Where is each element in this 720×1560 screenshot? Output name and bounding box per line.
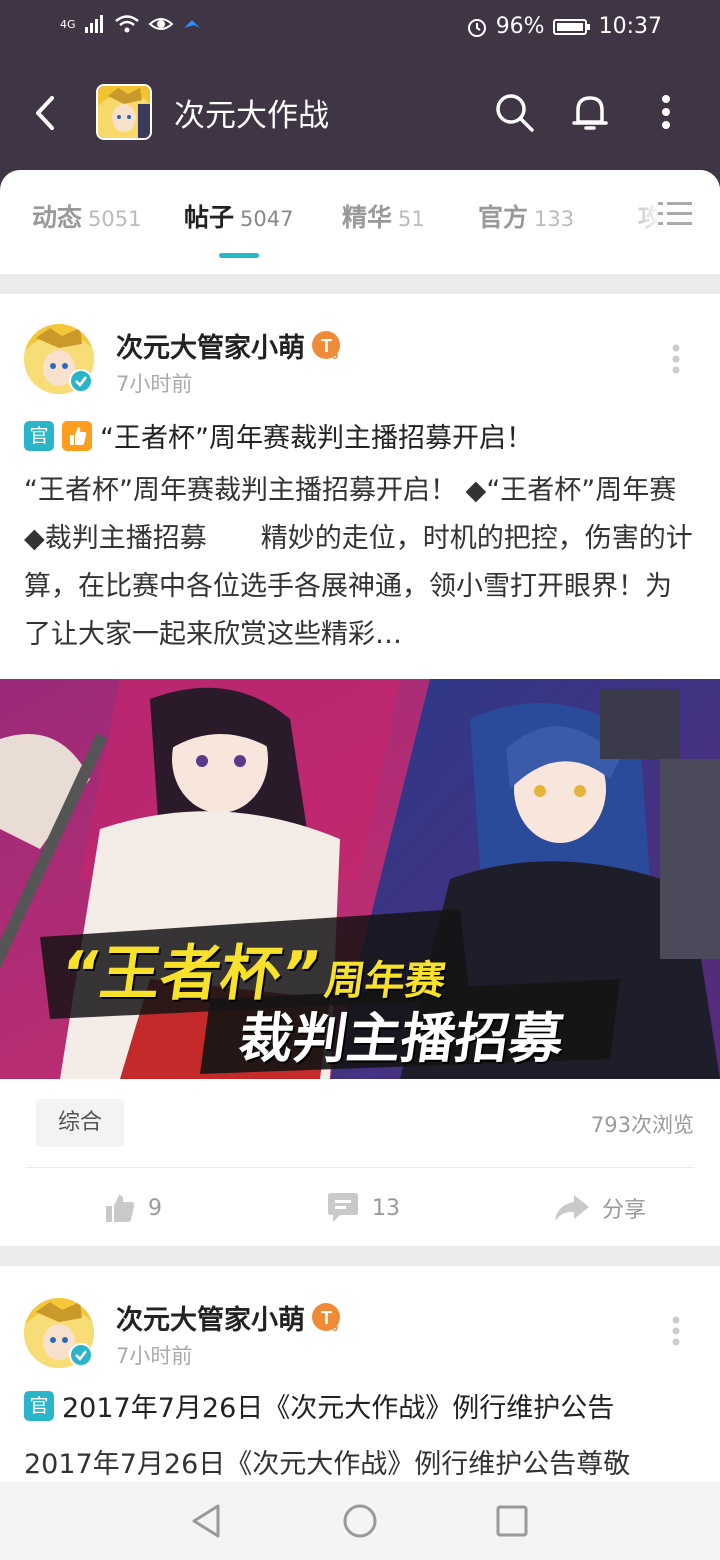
author-name-text: 次元大管家小萌 bbox=[116, 333, 305, 364]
svg-text:9: 9 bbox=[332, 350, 338, 362]
status-bar: 4G 96% 10:37 bbox=[0, 0, 720, 56]
official-badge: 官 bbox=[24, 1390, 54, 1421]
tab-count: 5051 bbox=[88, 207, 142, 231]
category-tag[interactable]: 综合 bbox=[36, 1099, 124, 1147]
recents-square-icon[interactable] bbox=[494, 1502, 530, 1540]
tab-dynamic[interactable]: 动态 5051 bbox=[32, 198, 141, 234]
post-title[interactable]: 官 “王者杯”周年赛裁判主播招募开启！ bbox=[24, 416, 533, 455]
thumbs-up-icon bbox=[106, 1195, 135, 1222]
app-icon bbox=[96, 84, 152, 140]
author-name-text: 次元大管家小萌 bbox=[116, 1305, 305, 1336]
official-badge: 官 bbox=[24, 420, 54, 451]
comment-button[interactable]: 13 bbox=[326, 1192, 400, 1224]
post-title[interactable]: 官 2017年7月26日《次元大作战》例行维护公告 bbox=[24, 1386, 614, 1425]
svg-text:T: T bbox=[321, 1308, 332, 1328]
tab-bar: 动态5051 帖子5047 精华51 官方133 攻 bbox=[0, 170, 720, 260]
avatar[interactable] bbox=[24, 324, 94, 394]
list-menu-icon bbox=[658, 202, 692, 225]
thumbs-up-badge-icon bbox=[62, 420, 92, 451]
comment-count: 13 bbox=[372, 1195, 400, 1221]
title-bar: 次元大作战 bbox=[0, 70, 720, 156]
signal-icon bbox=[84, 15, 103, 33]
level-badge-icon: T9 bbox=[311, 330, 343, 369]
tab-count: 5047 bbox=[240, 207, 294, 231]
tab-official[interactable]: 官方 133 bbox=[478, 198, 574, 234]
tab-label: 动态 bbox=[32, 203, 83, 232]
banner-subtitle: 裁判主播招募 bbox=[234, 1007, 568, 1070]
post-excerpt[interactable]: “王者杯”周年赛裁判主播招募开启！ ◆“王者杯”周年赛◆裁判主播招募 精妙的走位… bbox=[24, 467, 696, 659]
active-tab-indicator bbox=[219, 253, 259, 258]
view-count: 793次浏览 bbox=[590, 1113, 694, 1137]
home-circle-icon[interactable] bbox=[341, 1502, 379, 1540]
status-left: 4G bbox=[60, 14, 202, 34]
post-title-text: 2017年7月26日《次元大作战》例行维护公告 bbox=[62, 1393, 615, 1424]
post-title-text: “王者杯”周年赛裁判主播招募开启！ bbox=[100, 423, 533, 454]
post-time: 7小时前 bbox=[116, 1344, 193, 1368]
share-label: 分享 bbox=[602, 1198, 647, 1223]
system-nav-bar bbox=[0, 1482, 720, 1560]
level-badge-icon: T9 bbox=[311, 1302, 343, 1341]
comment-icon bbox=[328, 1193, 358, 1222]
clock: 10:37 bbox=[598, 14, 662, 39]
battery-percent: 96% bbox=[495, 14, 545, 39]
alarm-icon bbox=[467, 18, 486, 37]
spacer-strip bbox=[0, 260, 720, 274]
like-count: 9 bbox=[148, 1195, 162, 1221]
eye-icon bbox=[148, 18, 174, 30]
back-triangle-icon[interactable] bbox=[188, 1502, 224, 1540]
tab-label: 帖子 bbox=[184, 203, 235, 232]
avatar[interactable] bbox=[24, 1298, 94, 1368]
like-button[interactable]: 9 bbox=[104, 1192, 162, 1224]
status-right: 96% 10:37 bbox=[466, 14, 662, 39]
bell-icon[interactable] bbox=[568, 90, 612, 134]
author-name[interactable]: 次元大管家小萌 T 9 bbox=[116, 326, 343, 369]
post-menu-icon[interactable] bbox=[672, 344, 680, 374]
post-card[interactable]: 次元大管家小萌 T 9 7小时前 官 2017年7月26日《次元大作战》例行维护公告… bbox=[0, 1266, 720, 1482]
post-time: 7小时前 bbox=[116, 372, 193, 396]
tab-count: 51 bbox=[398, 207, 425, 231]
tab-posts[interactable]: 帖子 5047 bbox=[184, 198, 293, 234]
share-icon bbox=[555, 1195, 589, 1221]
back-arrow-icon[interactable] bbox=[28, 88, 64, 138]
app-header: 4G 96% 10:37 次元大作战 bbox=[0, 0, 720, 190]
post-banner-image[interactable]: “王者杯”周年赛 裁判主播招募 bbox=[0, 679, 720, 1079]
post-menu-icon[interactable] bbox=[672, 1316, 680, 1346]
post-card[interactable]: 次元大管家小萌 T 9 7小时前 官 “王者杯”周年赛裁判主播招募开启！ “王者杯”… bbox=[0, 294, 720, 1246]
app-notification-icon bbox=[183, 20, 200, 28]
search-icon[interactable] bbox=[492, 90, 536, 134]
more-vertical-icon[interactable] bbox=[644, 90, 688, 134]
tab-count: 133 bbox=[534, 207, 575, 231]
divider bbox=[26, 1167, 694, 1168]
svg-text:9: 9 bbox=[332, 1322, 338, 1334]
author-name[interactable]: 次元大管家小萌 T 9 bbox=[116, 1298, 343, 1341]
share-button[interactable]: 分享 bbox=[554, 1192, 646, 1224]
wifi-icon bbox=[114, 15, 139, 33]
page-title: 次元大作战 bbox=[174, 98, 329, 134]
network-type: 4G bbox=[60, 17, 76, 31]
battery-icon bbox=[552, 18, 590, 35]
tab-label: 官方 bbox=[478, 203, 529, 232]
tab-label: 精华 bbox=[342, 203, 393, 232]
tabs-menu-button[interactable] bbox=[620, 170, 720, 260]
tab-featured[interactable]: 精华 51 bbox=[342, 198, 425, 234]
svg-text:T: T bbox=[321, 336, 332, 356]
